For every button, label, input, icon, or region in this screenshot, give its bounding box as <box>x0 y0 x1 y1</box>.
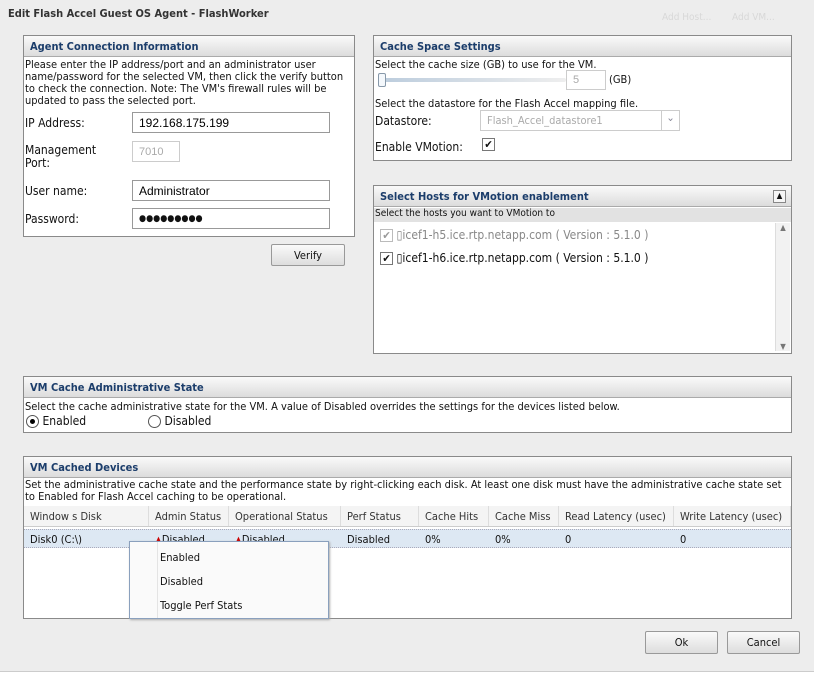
verify-button[interactable]: Verify <box>271 244 345 266</box>
table-header: Window s Disk Admin Status Operational S… <box>24 506 791 527</box>
column-header[interactable]: Write Latency (usec) <box>674 506 791 526</box>
panel-header: Select Hosts for VMotion enablement <box>374 186 791 207</box>
menu-item-disabled[interactable]: Disabled <box>160 575 203 588</box>
disabled-radio[interactable]: Disabled <box>148 414 211 428</box>
host-checkbox[interactable]: ✔ <box>380 252 393 265</box>
column-header[interactable]: Perf Status <box>341 506 419 526</box>
cache-size-slider[interactable] <box>378 78 566 82</box>
port-label: Management Port: <box>25 143 97 170</box>
column-header[interactable]: Admin Status <box>149 506 229 526</box>
radio-label: Enabled <box>42 414 87 428</box>
agent-connection-panel: Agent Connection Information Please ente… <box>23 35 355 237</box>
cell-write-latency: 0 <box>680 533 687 546</box>
context-menu: Enabled Disabled Toggle Perf Stats <box>129 541 329 619</box>
port-input[interactable] <box>132 141 180 162</box>
datastore-select[interactable]: Flash_Accel_datastore1 ⌄ <box>480 110 680 131</box>
ip-address-input[interactable] <box>132 112 330 133</box>
datastore-desc: Select the datastore for the Flash Accel… <box>375 97 639 110</box>
host-label: icef1-h5.ice.rtp.netapp.com ( Version : … <box>402 228 649 242</box>
bg-add-host-link: Add Host... <box>662 12 712 23</box>
ip-label: IP Address: <box>25 116 85 130</box>
cache-size-input[interactable] <box>566 70 606 90</box>
column-header[interactable]: Cache Hits <box>419 506 489 526</box>
panel-header: Cache Space Settings <box>374 36 791 57</box>
cell-cache-hits: 0% <box>425 533 441 546</box>
menu-item-toggle-perf-stats[interactable]: Toggle Perf Stats <box>160 599 242 612</box>
agent-description: Please enter the IP address/port and an … <box>25 58 344 107</box>
cell-disk: Disk0 (C:\) <box>30 533 83 546</box>
datastore-value: Flash_Accel_datastore1 <box>487 114 603 127</box>
collapse-icon[interactable]: ▲ <box>773 190 786 203</box>
cell-perf-status: Disabled <box>347 533 391 546</box>
column-header[interactable]: Read Latency (usec) <box>559 506 674 526</box>
cache-space-panel: Cache Space Settings Select the cache si… <box>373 35 792 161</box>
enabled-radio[interactable]: Enabled <box>26 414 86 428</box>
chevron-down-icon[interactable]: ⌄ <box>661 111 679 130</box>
radio-icon[interactable] <box>148 415 161 428</box>
panel-header: VM Cache Administrative State <box>24 377 791 398</box>
column-header[interactable]: Operational Status <box>229 506 341 526</box>
user-label: User name: <box>25 184 88 198</box>
bg-add-vm-link: Add VM... <box>732 12 775 23</box>
cell-cache-miss: 0% <box>495 533 511 546</box>
vmotion-hosts-panel: Select Hosts for VMotion enablement ▲ Se… <box>373 185 792 354</box>
slider-handle[interactable] <box>378 73 386 87</box>
cell-read-latency: 0 <box>565 533 572 546</box>
host-item[interactable]: ✔ ▯icef1-h5.ice.rtp.netapp.com ( Version… <box>380 228 648 242</box>
hosts-scrollbar[interactable]: ▲ ▼ <box>775 223 790 351</box>
column-header[interactable]: Window s Disk <box>24 506 149 526</box>
host-label: icef1-h6.ice.rtp.netapp.com ( Version : … <box>402 251 649 265</box>
cache-size-desc: Select the cache size (GB) to use for th… <box>375 58 597 71</box>
username-input[interactable] <box>132 180 330 201</box>
vmotion-label: Enable VMotion: <box>375 140 463 154</box>
column-header[interactable]: Cache Miss <box>489 506 559 526</box>
host-checkbox[interactable]: ✔ <box>380 229 393 242</box>
dialog-title: Edit Flash Accel Guest OS Agent - FlashW… <box>8 7 269 20</box>
datastore-label: Datastore: <box>375 114 432 128</box>
panel-header: Agent Connection Information <box>24 36 354 57</box>
edit-agent-dialog: Edit Flash Accel Guest OS Agent - FlashW… <box>0 0 814 672</box>
radio-label: Disabled <box>164 414 212 428</box>
radio-icon[interactable] <box>26 415 39 428</box>
vmotion-checkbox[interactable]: ✔ <box>482 138 495 151</box>
cache-size-unit: (GB) <box>609 73 632 86</box>
menu-item-enabled[interactable]: Enabled <box>160 551 200 564</box>
devices-desc: Set the administrative cache state and t… <box>25 478 782 503</box>
ok-button[interactable]: Ok <box>645 631 718 654</box>
host-item[interactable]: ✔ ▯icef1-h6.ice.rtp.netapp.com ( Version… <box>380 251 648 265</box>
admin-state-desc: Select the cache administrative state fo… <box>25 400 620 413</box>
panel-header: VM Cached Devices <box>24 457 791 478</box>
cancel-button[interactable]: Cancel <box>727 631 800 654</box>
admin-state-panel: VM Cache Administrative State Select the… <box>23 376 792 433</box>
password-label: Password: <box>25 212 79 226</box>
hosts-subheader: Select the hosts you want to VMotion to <box>374 208 791 222</box>
password-input[interactable]: ●●●●●●●●● <box>132 208 330 229</box>
